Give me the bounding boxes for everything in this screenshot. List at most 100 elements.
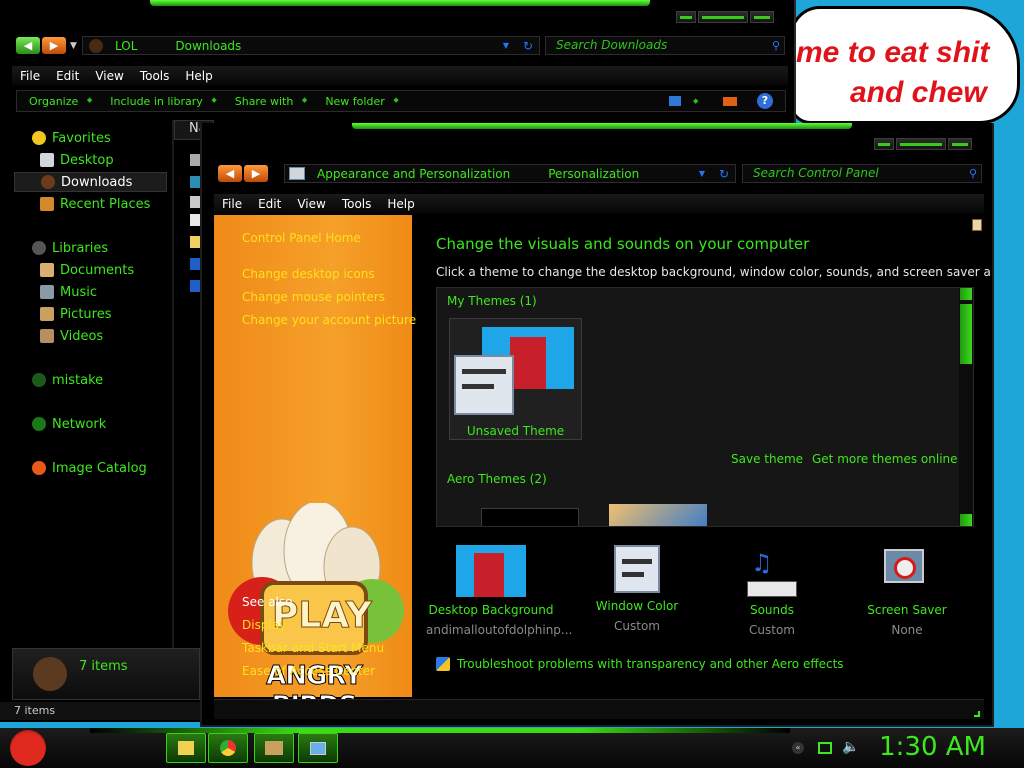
unsaved-theme-label: Unsaved Theme (466, 424, 565, 438)
breadcrumb-downloads[interactable]: Downloads (175, 39, 241, 53)
menu-edit[interactable]: Edit (48, 69, 87, 83)
unsaved-theme-tile[interactable]: Unsaved Theme (449, 318, 582, 440)
change-mouse-pointers-link[interactable]: Change mouse pointers (242, 290, 385, 304)
menu-tools[interactable]: Tools (132, 69, 178, 83)
cp-menu-view[interactable]: View (289, 197, 333, 211)
nav-pane-splitter[interactable] (172, 120, 174, 650)
get-more-themes-link[interactable]: Get more themes online (812, 452, 958, 466)
share-with-button[interactable]: Share with (223, 95, 314, 108)
search-icon[interactable]: ⚲ (772, 37, 780, 54)
nav-recent-places[interactable]: Recent Places (14, 194, 167, 214)
taskbar-clock[interactable]: 1:30 AM (879, 732, 986, 762)
taskbar-app-button[interactable] (254, 733, 294, 763)
refresh-icon[interactable]: ↻ (523, 39, 533, 53)
volume-icon[interactable]: 🔈 (842, 739, 859, 755)
recent-pages-dropdown-icon[interactable]: ▼ (70, 41, 77, 51)
menu-file[interactable]: File (12, 69, 48, 83)
window-color-item[interactable]: Window Color Custom (572, 545, 702, 633)
nav-downloads[interactable]: Downloads (14, 172, 167, 192)
aero-theme-tile-2[interactable] (609, 504, 707, 526)
preview-pane-icon[interactable] (723, 96, 737, 106)
search-input[interactable]: Search Downloads ⚲ (545, 36, 785, 55)
display-link[interactable]: Display (242, 618, 286, 632)
network-icon (32, 417, 46, 431)
taskbar-start-menu-link[interactable]: Taskbar and Start Menu (242, 641, 384, 655)
address-bar[interactable]: LOL Downloads ▼ ↻ (82, 36, 540, 55)
command-bar: Organize Include in library Share with N… (16, 90, 786, 112)
include-in-library-button[interactable]: Include in library (98, 95, 222, 108)
scroll-down-button[interactable] (960, 514, 972, 526)
nav-desktop[interactable]: Desktop (14, 150, 167, 170)
nav-favorites[interactable]: Favorites (14, 128, 167, 148)
recent-places-icon (40, 197, 54, 211)
nav-music[interactable]: Music (14, 282, 167, 302)
breadcrumb-personalization[interactable]: Personalization (548, 167, 639, 181)
screen-saver-item[interactable]: Screen Saver None (842, 545, 972, 637)
sounds-item[interactable]: ♫ Sounds Custom (707, 545, 837, 637)
cp-address-bar[interactable]: Appearance and Personalization Personali… (284, 164, 736, 183)
aero-theme-tile-1[interactable] (481, 508, 579, 526)
new-folder-button[interactable]: New folder (313, 95, 404, 108)
scroll-up-button[interactable] (960, 288, 972, 300)
view-options-icon[interactable] (669, 96, 681, 106)
sounds-icon: ♫ (747, 545, 797, 597)
cp-address-dropdown-icon[interactable]: ▼ (699, 169, 705, 178)
forward-button[interactable]: ▶ (42, 37, 66, 54)
close-button[interactable] (750, 11, 774, 23)
nav-videos[interactable]: Videos (14, 326, 167, 346)
nav-libraries[interactable]: Libraries (14, 238, 167, 258)
address-dropdown-icon[interactable]: ▼ (503, 41, 509, 50)
cp-status-bar (214, 699, 984, 719)
resize-grip-icon[interactable] (974, 711, 980, 717)
control-panel-home-link[interactable]: Control Panel Home (242, 231, 361, 245)
view-dropdown-icon[interactable]: ◆ (693, 97, 698, 105)
help-icon[interactable]: ? (757, 93, 773, 109)
troubleshoot-link[interactable]: Troubleshoot problems with transparency … (457, 657, 844, 671)
cp-search-input[interactable]: Search Control Panel ⚲ (742, 164, 982, 183)
folder-icon (89, 38, 103, 53)
cp-menu-file[interactable]: File (214, 197, 250, 211)
cp-caption-buttons (874, 138, 972, 150)
desktop-background-item[interactable]: Desktop Background andimalloutofdolphinp… (426, 545, 572, 637)
taskbar-explorer-button[interactable] (166, 733, 206, 763)
ease-of-access-link[interactable]: Ease of Access Center (242, 664, 375, 678)
minimize-button[interactable] (676, 11, 696, 23)
cp-close-button[interactable] (948, 138, 972, 150)
menu-view[interactable]: View (87, 69, 131, 83)
save-theme-link[interactable]: Save theme (731, 452, 803, 466)
cp-maximize-button[interactable] (896, 138, 946, 150)
show-hidden-icons-icon[interactable]: « (792, 742, 804, 754)
taskbar-chrome-button[interactable] (208, 733, 248, 763)
bubble-text-line1: me to eat shit (796, 36, 990, 69)
cp-search-icon[interactable]: ⚲ (969, 165, 977, 182)
cp-forward-button[interactable]: ▶ (244, 165, 268, 182)
nav-image-catalog[interactable]: Image Catalog (14, 458, 167, 478)
cp-menu-tools[interactable]: Tools (334, 197, 380, 211)
change-account-picture-link[interactable]: Change your account picture (242, 313, 416, 327)
cp-refresh-icon[interactable]: ↻ (719, 167, 729, 181)
desktop-icon (40, 153, 54, 167)
nav-pictures[interactable]: Pictures (14, 304, 167, 324)
breadcrumb-lol[interactable]: LOL (115, 39, 137, 53)
menu-bar: File Edit View Tools Help (12, 66, 788, 86)
nav-recent-label: Recent Places (60, 196, 151, 212)
nav-network[interactable]: Network (14, 414, 167, 434)
back-button[interactable]: ◀ (16, 37, 40, 54)
organize-button[interactable]: Organize (17, 95, 98, 108)
homegroup-icon (32, 373, 46, 387)
cp-back-button[interactable]: ◀ (218, 165, 242, 182)
start-button[interactable] (10, 730, 46, 766)
themes-scrollbar[interactable] (959, 288, 973, 526)
scroll-thumb[interactable] (960, 304, 972, 364)
nav-mistake[interactable]: mistake (14, 370, 167, 390)
menu-help[interactable]: Help (177, 69, 220, 83)
cp-menu-help[interactable]: Help (379, 197, 422, 211)
nav-documents[interactable]: Documents (14, 260, 167, 280)
cp-menu-edit[interactable]: Edit (250, 197, 289, 211)
maximize-button[interactable] (698, 11, 748, 23)
change-desktop-icons-link[interactable]: Change desktop icons (242, 267, 375, 281)
taskbar-control-panel-button[interactable] (298, 733, 338, 763)
breadcrumb-appearance[interactable]: Appearance and Personalization (317, 167, 510, 181)
network-tray-icon[interactable] (818, 742, 832, 754)
cp-minimize-button[interactable] (874, 138, 894, 150)
